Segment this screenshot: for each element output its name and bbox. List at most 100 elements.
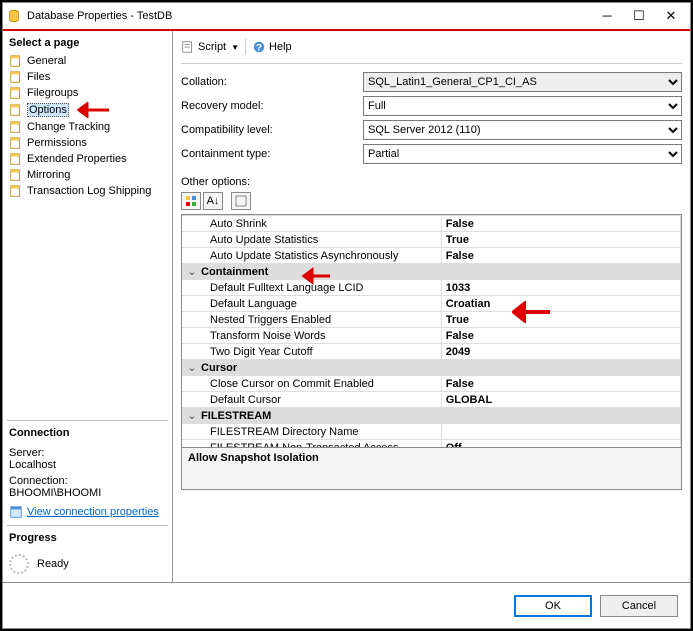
property-name: Default Cursor (182, 392, 441, 408)
categorized-button[interactable] (181, 192, 201, 210)
grid-scroll[interactable]: Auto ShrinkFalseAuto Update StatisticsTr… (182, 215, 681, 447)
progress-header: Progress (7, 530, 168, 546)
connection-label: Connection: (9, 475, 166, 487)
page-item-files[interactable]: Files (7, 69, 168, 85)
database-icon (7, 9, 21, 23)
cancel-button[interactable]: Cancel (600, 595, 678, 617)
property-row[interactable]: Close Cursor on Commit EnabledFalse (182, 376, 681, 392)
page-icon (9, 136, 23, 150)
script-button[interactable]: Script ▼ (181, 40, 239, 54)
property-value[interactable]: 1033 (441, 280, 680, 296)
other-options-label: Other options: (181, 176, 682, 188)
page-item-change-tracking[interactable]: Change Tracking (7, 119, 168, 135)
property-value[interactable]: True (441, 312, 680, 328)
page-icon (9, 70, 23, 84)
property-row[interactable]: Auto Update Statistics AsynchronouslyFal… (182, 248, 681, 264)
property-name: Auto Shrink (182, 216, 441, 232)
property-name: Auto Update Statistics Asynchronously (182, 248, 441, 264)
collapse-icon: ⌄ (186, 361, 198, 374)
pages-icon (235, 195, 247, 207)
properties-icon (9, 505, 23, 519)
category-cursor[interactable]: ⌄ Cursor (182, 360, 681, 376)
property-name: Close Cursor on Commit Enabled (182, 376, 441, 392)
footer: OK Cancel (3, 582, 690, 628)
page-item-extended-properties[interactable]: Extended Properties (7, 151, 168, 167)
maximize-button[interactable]: ☐ (632, 8, 646, 24)
property-value[interactable]: GLOBAL (441, 392, 680, 408)
page-icon (9, 120, 23, 134)
categorized-icon (185, 195, 197, 207)
property-row[interactable]: Default CursorGLOBAL (182, 392, 681, 408)
property-row[interactable]: FILESTREAM Directory Name (182, 424, 681, 440)
page-item-filegroups[interactable]: Filegroups (7, 85, 168, 101)
connection-header: Connection (7, 425, 168, 441)
server-label: Server: (9, 447, 166, 459)
page-item-mirroring[interactable]: Mirroring (7, 167, 168, 183)
property-row[interactable]: Auto Update StatisticsTrue (182, 232, 681, 248)
page-icon (9, 86, 23, 100)
connection-value: BHOOMI\BHOOMI (9, 487, 166, 499)
sort-icon: A↓ (207, 195, 220, 207)
property-row[interactable]: Two Digit Year Cutoff2049 (182, 344, 681, 360)
page-item-permissions[interactable]: Permissions (7, 135, 168, 151)
property-value[interactable]: False (441, 328, 680, 344)
compatibility-level-select[interactable]: SQL Server 2012 (110) (363, 120, 682, 140)
containment-type-label: Containment type: (181, 148, 363, 160)
close-button[interactable]: ✕ (664, 8, 678, 24)
category-filestream[interactable]: ⌄ FILESTREAM (182, 408, 681, 424)
svg-text:?: ? (256, 43, 262, 54)
property-row[interactable]: FILESTREAM Non-Transacted AccessOff (182, 440, 681, 448)
property-name: Nested Triggers Enabled (182, 312, 441, 328)
select-page-header: Select a page (7, 35, 168, 51)
page-item-transaction-log-shipping[interactable]: Transaction Log Shipping (7, 183, 168, 199)
view-connection-properties-link[interactable]: View connection properties (9, 505, 166, 519)
progress-spinner-icon (9, 554, 29, 574)
collapse-icon: ⌄ (186, 265, 198, 278)
collapse-icon: ⌄ (186, 409, 198, 422)
property-value[interactable] (441, 424, 680, 440)
description-pane: Allow Snapshot Isolation (182, 447, 681, 489)
property-value[interactable]: True (441, 232, 680, 248)
collation-label: Collation: (181, 76, 363, 88)
dropdown-arrow-icon: ▼ (231, 43, 239, 52)
property-value[interactable]: False (441, 248, 680, 264)
property-value[interactable]: 2049 (441, 344, 680, 360)
property-value[interactable]: Croatian (441, 296, 680, 312)
recovery-model-label: Recovery model: (181, 100, 363, 112)
page-icon (9, 103, 23, 117)
property-row[interactable]: Auto ShrinkFalse (182, 216, 681, 232)
compatibility-level-label: Compatibility level: (181, 124, 363, 136)
containment-type-select[interactable]: Partial (363, 144, 682, 164)
property-name: Default Language (182, 296, 441, 312)
alphabetical-button[interactable]: A↓ (203, 192, 223, 210)
category-containment[interactable]: ⌄ Containment (182, 264, 681, 280)
toolbar: Script ▼ ? Help (181, 37, 682, 64)
left-panel: Select a page GeneralFilesFilegroupsOpti… (3, 31, 173, 582)
ok-button[interactable]: OK (514, 595, 592, 617)
help-button[interactable]: ? Help (252, 40, 292, 54)
property-row[interactable]: Transform Noise WordsFalse (182, 328, 681, 344)
property-row[interactable]: Nested Triggers EnabledTrue (182, 312, 681, 328)
page-icon (9, 152, 23, 166)
property-name: Default Fulltext Language LCID (182, 280, 441, 296)
dialog-window: Database Properties - TestDB ─ ☐ ✕ Selec… (2, 2, 691, 629)
page-icon (9, 184, 23, 198)
property-pages-button[interactable] (231, 192, 251, 210)
property-value[interactable]: Off (441, 440, 680, 448)
page-item-options[interactable]: Options (7, 101, 168, 119)
property-row[interactable]: Default LanguageCroatian (182, 296, 681, 312)
recovery-model-select[interactable]: Full (363, 96, 682, 116)
property-value[interactable]: False (441, 376, 680, 392)
annotation-arrow-options (77, 102, 111, 118)
window-title: Database Properties - TestDB (27, 10, 600, 22)
progress-status: Ready (37, 558, 69, 570)
minimize-button[interactable]: ─ (600, 8, 614, 24)
page-icon (9, 168, 23, 182)
script-icon (181, 40, 195, 54)
page-item-general[interactable]: General (7, 53, 168, 69)
property-name: Transform Noise Words (182, 328, 441, 344)
titlebar: Database Properties - TestDB ─ ☐ ✕ (3, 3, 690, 31)
property-value[interactable]: False (441, 216, 680, 232)
property-row[interactable]: Default Fulltext Language LCID1033 (182, 280, 681, 296)
collation-select[interactable]: SQL_Latin1_General_CP1_CI_AS (363, 72, 682, 92)
